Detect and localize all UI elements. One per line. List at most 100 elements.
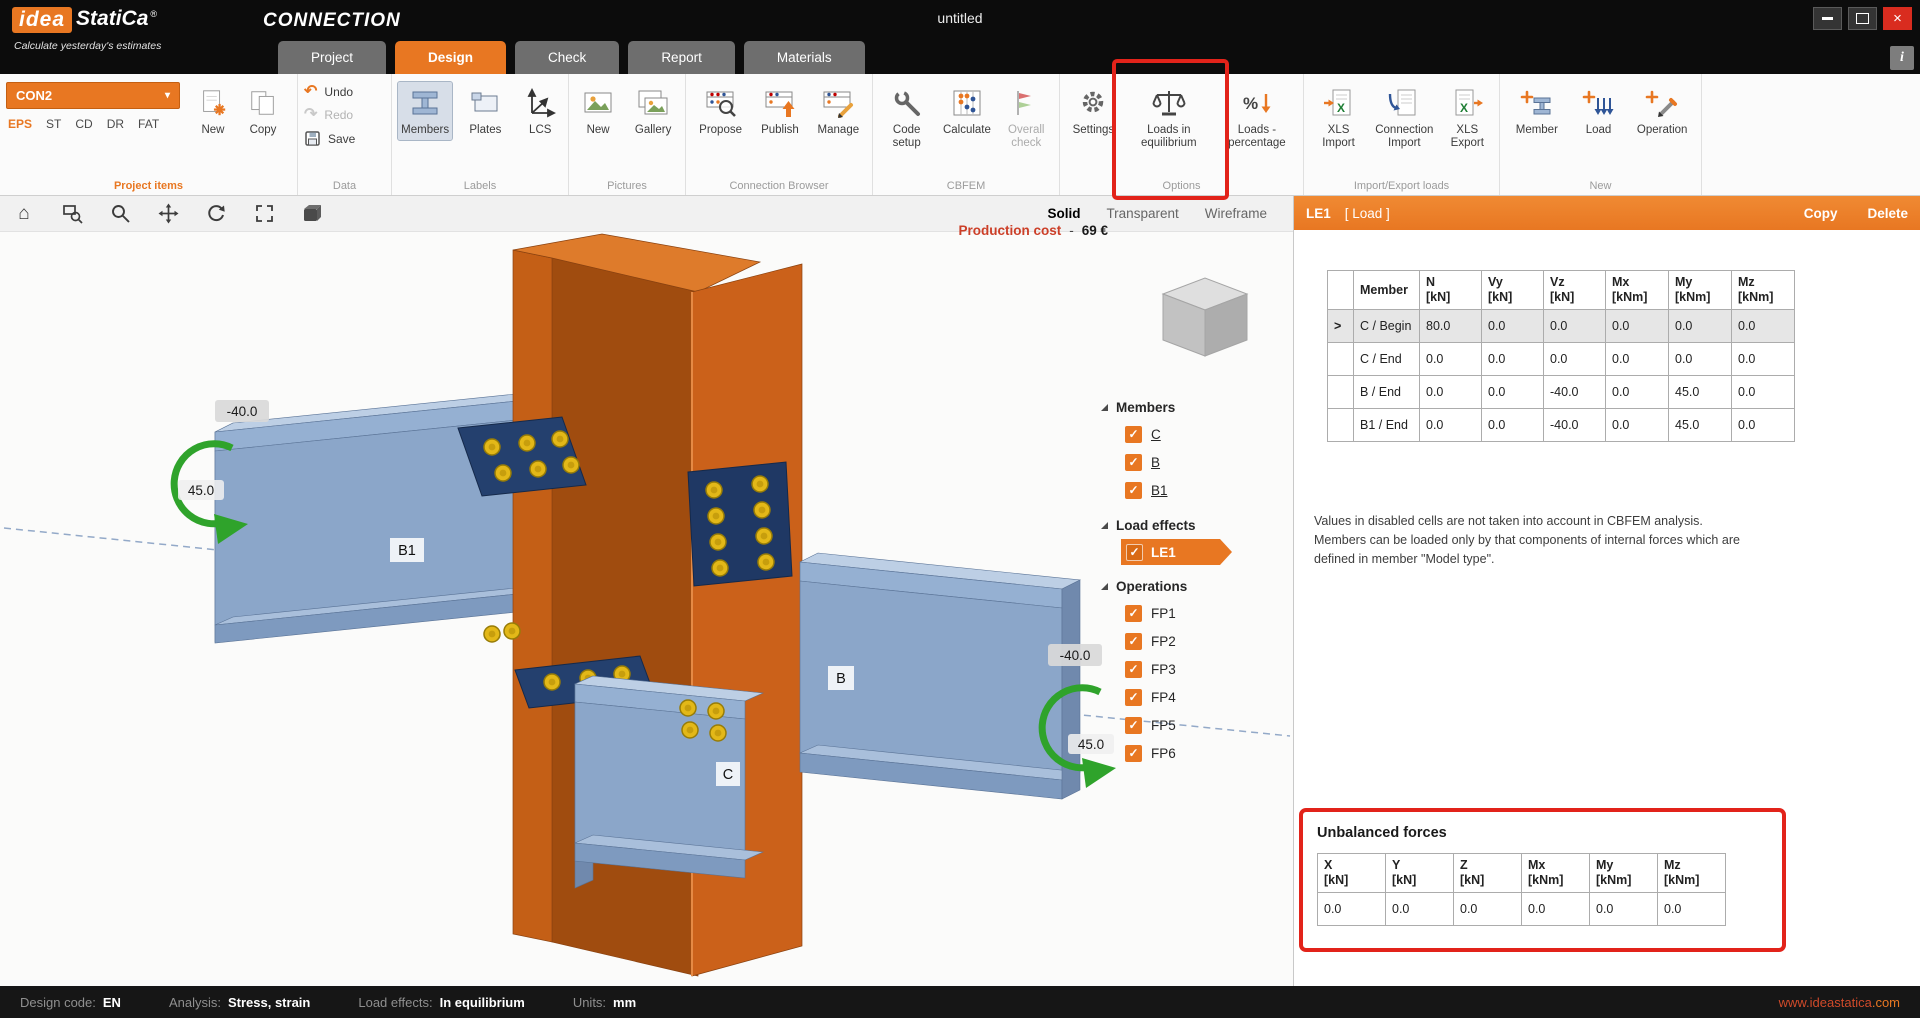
tree-item-member-b1[interactable]: ✓ B1	[1101, 476, 1271, 504]
cell-value[interactable]: 0.0	[1544, 343, 1606, 376]
cell-value[interactable]: 0.0	[1669, 343, 1732, 376]
checkbox-checked-icon[interactable]: ✓	[1125, 717, 1142, 734]
table-row[interactable]: > C / Begin 80.0 0.0 0.0 0.0 0.0 0.0	[1328, 310, 1795, 343]
delete-load-button[interactable]: Delete	[1867, 206, 1908, 221]
end-plate[interactable]	[688, 462, 792, 586]
3d-scene[interactable]: -40.0 45.0 -40.0 45.0 B1 B C	[0, 232, 1293, 986]
cell-value[interactable]: -40.0	[1544, 409, 1606, 442]
view-mode-wireframe[interactable]: Wireframe	[1205, 206, 1267, 221]
navigation-cube[interactable]	[1163, 278, 1247, 356]
labels-plates-toggle[interactable]: Plates	[458, 82, 512, 140]
home-view-icon[interactable]: ⌂	[12, 202, 36, 226]
zoom-icon[interactable]	[108, 202, 132, 226]
tree-item-member-c[interactable]: ✓ C	[1101, 420, 1271, 448]
publish-button[interactable]: Publish	[753, 82, 807, 140]
connection-import-button[interactable]: Connection Import	[1371, 82, 1438, 153]
settings-button[interactable]: Settings	[1066, 82, 1121, 140]
checkbox-checked-icon[interactable]: ✓	[1125, 689, 1142, 706]
checkbox-checked-icon[interactable]: ✓	[1125, 454, 1142, 471]
undo-button[interactable]: ↶ Undo	[304, 84, 355, 100]
cell-value[interactable]: 0.0	[1420, 343, 1482, 376]
cell-value[interactable]: 0.0	[1732, 409, 1795, 442]
cell-value[interactable]: 0.0	[1482, 343, 1544, 376]
manage-button[interactable]: Manage	[811, 82, 866, 140]
tree-item-le1-selected[interactable]: ✓ LE1	[1121, 539, 1232, 565]
project-item-select[interactable]: CON2 ▾	[6, 82, 180, 109]
new-load-button[interactable]: Load	[1574, 82, 1624, 140]
table-row[interactable]: B / End 0.0 0.0 -40.0 0.0 45.0 0.0	[1328, 376, 1795, 409]
type-cd[interactable]: CD	[75, 117, 92, 131]
tree-item-fp4[interactable]: ✓ FP4	[1101, 683, 1271, 711]
cell-value[interactable]: -40.0	[1544, 376, 1606, 409]
cell-value[interactable]: 45.0	[1669, 409, 1732, 442]
zoom-fit-icon[interactable]	[252, 202, 276, 226]
cell-value[interactable]: 0.0	[1732, 310, 1795, 343]
new-picture-button[interactable]: New	[575, 82, 621, 140]
propose-button[interactable]: Propose	[692, 82, 749, 140]
gallery-button[interactable]: Gallery	[627, 82, 679, 140]
table-row[interactable]: C / End 0.0 0.0 0.0 0.0 0.0 0.0	[1328, 343, 1795, 376]
xls-export-button[interactable]: X XLS Export	[1442, 82, 1493, 153]
loads-percentage-button[interactable]: % Loads - percentage	[1217, 82, 1297, 153]
cell-value[interactable]: 0.0	[1606, 376, 1669, 409]
tree-item-fp5[interactable]: ✓ FP5	[1101, 711, 1271, 739]
cell-value[interactable]: 0.0	[1544, 310, 1606, 343]
zoom-window-icon[interactable]	[60, 202, 84, 226]
copy-project-item-button[interactable]: Copy	[246, 82, 280, 140]
tab-report[interactable]: Report	[628, 41, 735, 74]
tree-item-fp2[interactable]: ✓ FP2	[1101, 627, 1271, 655]
cell-value[interactable]: 0.0	[1669, 310, 1732, 343]
view-mode-solid[interactable]: Solid	[1047, 206, 1080, 221]
rotate-icon[interactable]	[204, 202, 228, 226]
tree-item-fp1[interactable]: ✓ FP1	[1101, 599, 1271, 627]
tab-design[interactable]: Design	[395, 41, 506, 74]
solid-view-icon[interactable]	[300, 202, 324, 226]
new-operation-button[interactable]: Operation	[1629, 82, 1695, 140]
tree-item-fp3[interactable]: ✓ FP3	[1101, 655, 1271, 683]
cell-value[interactable]: 0.0	[1482, 310, 1544, 343]
tree-group-members[interactable]: Members	[1101, 394, 1271, 420]
checkbox-checked-icon[interactable]: ✓	[1125, 745, 1142, 762]
view-mode-transparent[interactable]: Transparent	[1106, 206, 1178, 221]
cell-value[interactable]: 0.0	[1606, 343, 1669, 376]
cell-value[interactable]: 0.0	[1482, 409, 1544, 442]
checkbox-checked-icon[interactable]: ✓	[1125, 661, 1142, 678]
checkbox-checked-icon[interactable]: ✓	[1125, 605, 1142, 622]
code-setup-button[interactable]: Code setup	[879, 82, 934, 153]
loads-in-equilibrium-button[interactable]: Loads in equilibrium	[1127, 82, 1211, 153]
cell-value[interactable]: 0.0	[1482, 376, 1544, 409]
maximize-button[interactable]	[1848, 7, 1877, 30]
pan-icon[interactable]	[156, 202, 180, 226]
tree-group-load-effects[interactable]: Load effects	[1101, 512, 1271, 538]
cell-value[interactable]: 0.0	[1606, 409, 1669, 442]
type-st[interactable]: ST	[46, 117, 61, 131]
cell-value[interactable]: 0.0	[1420, 409, 1482, 442]
checkbox-checked-icon[interactable]: ✓	[1126, 544, 1143, 561]
website-link[interactable]: www.ideastatica.com	[1779, 995, 1900, 1010]
info-button[interactable]: i	[1890, 46, 1914, 70]
tree-group-operations[interactable]: Operations	[1101, 573, 1271, 599]
cell-value[interactable]: 0.0	[1732, 376, 1795, 409]
labels-lcs-toggle[interactable]: LCS	[519, 82, 562, 140]
checkbox-checked-icon[interactable]: ✓	[1125, 633, 1142, 650]
cell-value[interactable]: 0.0	[1606, 310, 1669, 343]
tree-item-fp6[interactable]: ✓ FP6	[1101, 739, 1271, 767]
type-eps[interactable]: EPS	[8, 117, 32, 131]
cell-value[interactable]: 0.0	[1732, 343, 1795, 376]
new-member-button[interactable]: Member	[1506, 82, 1568, 140]
table-row[interactable]: B1 / End 0.0 0.0 -40.0 0.0 45.0 0.0	[1328, 409, 1795, 442]
type-fat[interactable]: FAT	[138, 117, 159, 131]
labels-members-toggle[interactable]: Members	[398, 82, 452, 140]
tab-materials[interactable]: Materials	[744, 41, 865, 74]
minimize-button[interactable]	[1813, 7, 1842, 30]
cell-value[interactable]: 45.0	[1669, 376, 1732, 409]
checkbox-checked-icon[interactable]: ✓	[1125, 426, 1142, 443]
close-button[interactable]: ×	[1883, 7, 1912, 30]
tab-check[interactable]: Check	[515, 41, 619, 74]
cell-value[interactable]: 0.0	[1420, 376, 1482, 409]
type-dr[interactable]: DR	[107, 117, 124, 131]
save-button[interactable]: Save	[304, 130, 355, 147]
checkbox-checked-icon[interactable]: ✓	[1125, 482, 1142, 499]
tab-project[interactable]: Project	[278, 41, 386, 74]
new-project-item-button[interactable]: New	[196, 82, 230, 140]
